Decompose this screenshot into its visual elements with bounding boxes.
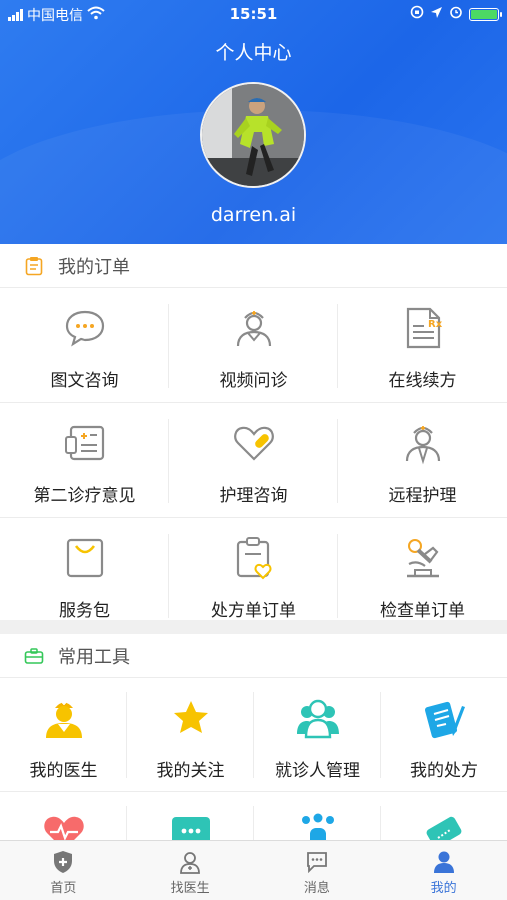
tools-title: 常用工具 bbox=[58, 646, 130, 668]
star-icon bbox=[167, 694, 215, 742]
status-bar: 中国电信 15:51 bbox=[0, 0, 507, 28]
tool-item-health[interactable] bbox=[0, 792, 127, 840]
chat-bubble-icon bbox=[61, 304, 109, 352]
tool-item-ticket[interactable] bbox=[381, 792, 507, 840]
doctor-outline-icon bbox=[177, 849, 203, 875]
order-item-video-consult[interactable]: 视频问诊 bbox=[169, 288, 338, 403]
team-icon bbox=[294, 808, 342, 840]
shield-plus-icon bbox=[50, 849, 76, 875]
microscope-icon bbox=[399, 534, 447, 582]
ticket-icon bbox=[420, 808, 468, 840]
tools-header: 常用工具 bbox=[0, 634, 507, 678]
order-item-label: 检查单订单 bbox=[380, 601, 465, 621]
prescription-pen-icon bbox=[420, 694, 468, 742]
patients-icon bbox=[294, 694, 342, 742]
tab-home[interactable]: 首页 bbox=[0, 841, 127, 900]
tool-item-patient-management[interactable]: 就诊人管理 bbox=[254, 678, 381, 792]
lock-rotation-icon bbox=[410, 5, 424, 23]
order-item-text-consult[interactable]: 图文咨询 bbox=[0, 288, 169, 403]
order-item-online-renewal[interactable]: Rx 在线续方 bbox=[338, 288, 507, 403]
tools-section: 常用工具 我的医生 我的关注 就诊人管理 我的处方 bbox=[0, 634, 507, 840]
tab-mine[interactable]: 我的 bbox=[380, 841, 507, 900]
message-dots-icon bbox=[167, 808, 215, 840]
tab-bar: 首页 找医生 消息 我的 bbox=[0, 840, 507, 900]
order-item-service-package[interactable]: 服务包 bbox=[0, 518, 169, 633]
order-item-remote-nursing[interactable]: 远程护理 bbox=[338, 403, 507, 518]
alarm-icon bbox=[449, 5, 463, 23]
order-item-label: 护理咨询 bbox=[219, 486, 288, 506]
clipboard-icon bbox=[24, 256, 44, 276]
tool-item-my-prescriptions[interactable]: 我的处方 bbox=[381, 678, 507, 792]
tab-label: 我的 bbox=[430, 881, 457, 896]
tool-item-label: 我的处方 bbox=[410, 761, 478, 781]
toolbox-icon bbox=[24, 646, 44, 666]
order-item-second-opinion[interactable]: 第二诊疗意见 bbox=[0, 403, 169, 518]
tool-item-messages[interactable] bbox=[127, 792, 254, 840]
heart-pulse-icon bbox=[40, 808, 88, 840]
order-item-label: 第二诊疗意见 bbox=[33, 486, 136, 506]
order-item-label: 远程护理 bbox=[388, 486, 457, 506]
clipboard-heart-icon bbox=[230, 534, 278, 582]
order-item-prescription-orders[interactable]: 处方单订单 bbox=[169, 518, 338, 633]
heart-bandage-icon bbox=[230, 419, 278, 467]
tab-find-doctor[interactable]: 找医生 bbox=[127, 841, 254, 900]
nurse-icon bbox=[399, 419, 447, 467]
order-item-nursing-consult[interactable]: 护理咨询 bbox=[169, 403, 338, 518]
tab-label: 首页 bbox=[50, 881, 77, 896]
prescription-rx-icon: Rx bbox=[399, 304, 447, 352]
svg-text:Rx: Rx bbox=[428, 319, 443, 330]
username: darren.ai bbox=[210, 204, 297, 226]
tab-messages[interactable]: 消息 bbox=[254, 841, 381, 900]
tool-item-my-follows[interactable]: 我的关注 bbox=[127, 678, 254, 792]
doctor-avatar-icon bbox=[40, 694, 88, 742]
location-icon bbox=[430, 6, 443, 23]
tool-item-label: 就诊人管理 bbox=[275, 761, 360, 781]
tool-item-team[interactable] bbox=[254, 792, 381, 840]
medical-card-icon bbox=[61, 419, 109, 467]
tab-label: 找医生 bbox=[170, 881, 210, 896]
shopping-bag-icon bbox=[61, 534, 109, 582]
avatar[interactable] bbox=[200, 82, 306, 188]
profile-header: 中国电信 15:51 个人中心 darren.ai bbox=[0, 0, 507, 244]
tool-item-my-doctor[interactable]: 我的医生 bbox=[0, 678, 127, 792]
orders-title: 我的订单 bbox=[58, 256, 130, 278]
order-item-label: 处方单订单 bbox=[211, 601, 296, 621]
page-title: 个人中心 bbox=[215, 42, 292, 64]
tab-label: 消息 bbox=[303, 881, 330, 896]
battery-icon bbox=[469, 7, 502, 21]
orders-header: 我的订单 bbox=[0, 244, 507, 288]
tool-item-label: 我的关注 bbox=[156, 761, 225, 781]
order-item-exam-orders[interactable]: 检查单订单 bbox=[338, 518, 507, 633]
orders-section: 我的订单 图文咨询 视频问诊 Rx 在线续方 第二诊疗意见 护理咨询 远程护理 … bbox=[0, 244, 507, 621]
message-icon bbox=[304, 849, 330, 875]
order-item-label: 视频问诊 bbox=[219, 371, 288, 391]
doctor-icon bbox=[230, 304, 278, 352]
order-item-label: 图文咨询 bbox=[50, 371, 119, 391]
order-item-label: 在线续方 bbox=[388, 371, 457, 391]
user-icon bbox=[431, 849, 457, 875]
order-item-label: 服务包 bbox=[59, 601, 110, 621]
tool-item-label: 我的医生 bbox=[29, 761, 98, 781]
